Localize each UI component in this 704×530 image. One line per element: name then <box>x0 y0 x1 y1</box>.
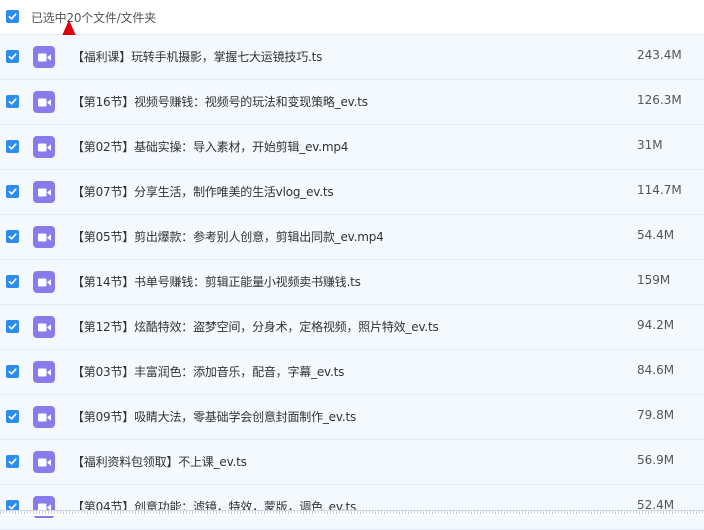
checkmark-icon <box>8 143 17 150</box>
checkmark-icon <box>8 323 17 330</box>
select-all-checkbox[interactable] <box>6 10 19 23</box>
checkmark-icon <box>8 233 17 240</box>
video-file-icon <box>33 46 55 68</box>
file-size: 159M <box>637 273 671 287</box>
checkmark-icon <box>8 13 17 20</box>
file-name[interactable]: 【第07节】分享生活，制作唯美的生活vlog_ev.ts <box>72 183 334 200</box>
file-name[interactable]: 【第05节】剪出爆款：参考别人创意，剪辑出同款_ev.mp4 <box>72 228 384 245</box>
file-row[interactable]: 【第09节】吸睛大法，零基础学会创意封面制作_ev.ts 79.8M <box>0 395 704 440</box>
video-file-icon <box>33 451 55 473</box>
video-file-icon <box>33 91 55 113</box>
row-checkbox[interactable] <box>6 50 19 63</box>
video-file-icon <box>33 361 55 383</box>
file-row[interactable]: 【第02节】基础实操：导入素材，开始剪辑_ev.mp4 31M <box>0 125 704 170</box>
file-size: 79.8M <box>637 408 675 422</box>
file-name[interactable]: 【第16节】视频号赚钱：视频号的玩法和变现策略_ev.ts <box>72 93 368 110</box>
scrollbar-track <box>0 511 704 514</box>
checkmark-icon <box>8 188 17 195</box>
file-row[interactable]: 【第03节】丰富润色：添加音乐，配音，字幕_ev.ts 84.6M <box>0 350 704 395</box>
file-size: 243.4M <box>637 48 682 62</box>
file-row[interactable]: 【福利资料包领取】不上课_ev.ts 56.9M <box>0 440 704 485</box>
file-size: 31M <box>637 138 663 152</box>
row-checkbox[interactable] <box>6 230 19 243</box>
file-row[interactable]: 【第16节】视频号赚钱：视频号的玩法和变现策略_ev.ts 126.3M <box>0 80 704 125</box>
checkmark-icon <box>8 278 17 285</box>
checkmark-icon <box>8 98 17 105</box>
video-file-icon <box>33 271 55 293</box>
video-file-icon <box>33 136 55 158</box>
row-checkbox[interactable] <box>6 185 19 198</box>
file-row[interactable]: 【第12节】炫酷特效：盗梦空间，分身术，定格视频，照片特效_ev.ts 94.2M <box>0 305 704 350</box>
row-checkbox[interactable] <box>6 320 19 333</box>
row-checkbox[interactable] <box>6 140 19 153</box>
file-list: 【福利课】玩转手机摄影，掌握七大运镜技巧.ts 243.4M 【第16节】视频号赚钱… <box>0 35 704 530</box>
checkmark-icon <box>8 368 17 375</box>
file-name[interactable]: 【第14节】书单号赚钱：剪辑正能量小视频卖书赚钱.ts <box>72 273 361 290</box>
video-file-icon <box>33 406 55 428</box>
file-row[interactable]: 【第05节】剪出爆款：参考别人创意，剪辑出同款_ev.mp4 54.4M <box>0 215 704 260</box>
file-size: 54.4M <box>637 228 675 242</box>
selected-count-text: 已选中20个文件/文件夹 <box>31 11 156 25</box>
checkmark-icon <box>8 53 17 60</box>
file-row[interactable]: 【第04节】创意功能：滤镜，特效，蒙版，调色_ev.ts 52.4M <box>0 485 704 530</box>
row-checkbox[interactable] <box>6 275 19 288</box>
video-file-icon <box>33 181 55 203</box>
file-name[interactable]: 【第09节】吸睛大法，零基础学会创意封面制作_ev.ts <box>72 408 356 425</box>
row-checkbox[interactable] <box>6 410 19 423</box>
file-size: 94.2M <box>637 318 675 332</box>
file-row[interactable]: 【福利课】玩转手机摄影，掌握七大运镜技巧.ts 243.4M <box>0 35 704 80</box>
file-name[interactable]: 【第02节】基础实操：导入素材，开始剪辑_ev.mp4 <box>72 138 348 155</box>
file-name[interactable]: 【第03节】丰富润色：添加音乐，配音，字幕_ev.ts <box>72 363 344 380</box>
file-row[interactable]: 【第07节】分享生活，制作唯美的生活vlog_ev.ts 114.7M <box>0 170 704 215</box>
checkmark-icon <box>8 458 17 465</box>
file-size: 114.7M <box>637 183 682 197</box>
file-name[interactable]: 【福利课】玩转手机摄影，掌握七大运镜技巧.ts <box>72 48 322 65</box>
selection-header: 已选中20个文件/文件夹 <box>0 0 704 35</box>
file-size: 84.6M <box>637 363 675 377</box>
video-file-icon <box>33 226 55 248</box>
row-checkbox[interactable] <box>6 365 19 378</box>
row-checkbox[interactable] <box>6 455 19 468</box>
file-size: 56.9M <box>637 453 675 467</box>
file-size: 126.3M <box>637 93 682 107</box>
row-checkbox[interactable] <box>6 95 19 108</box>
video-file-icon <box>33 316 55 338</box>
checkmark-icon <box>8 413 17 420</box>
file-name[interactable]: 【福利资料包领取】不上课_ev.ts <box>72 453 247 470</box>
file-name[interactable]: 【第12节】炫酷特效：盗梦空间，分身术，定格视频，照片特效_ev.ts <box>72 318 439 335</box>
file-row[interactable]: 【第14节】书单号赚钱：剪辑正能量小视频卖书赚钱.ts 159M <box>0 260 704 305</box>
